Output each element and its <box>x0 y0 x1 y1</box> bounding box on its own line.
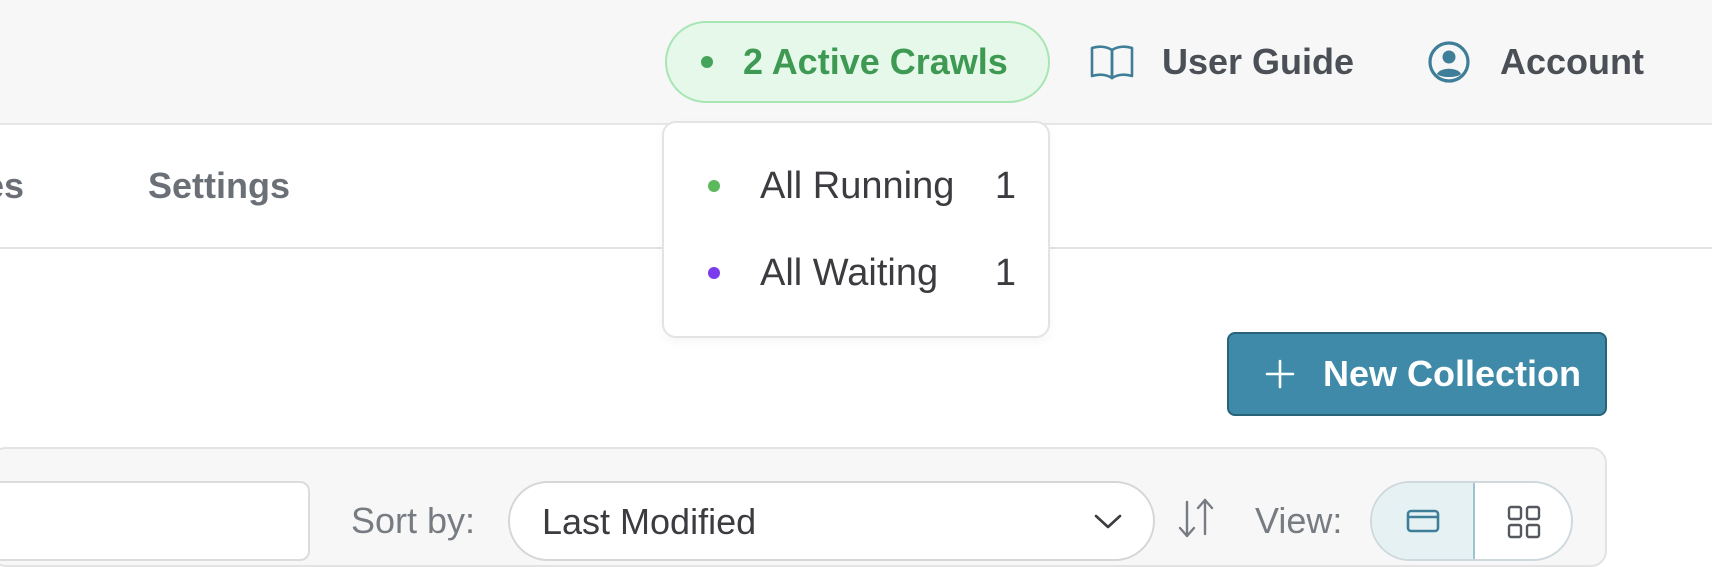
chevron-down-icon <box>1094 514 1122 529</box>
status-dot-icon <box>701 56 713 68</box>
tab-browser-profiles[interactable]: ofiles <box>0 165 24 207</box>
waiting-status-dot-icon <box>708 267 720 279</box>
account-label: Account <box>1500 41 1644 82</box>
user-guide-label: User Guide <box>1162 41 1355 82</box>
running-status-dot-icon <box>708 180 720 192</box>
dropdown-item-all-running[interactable]: All Running 1 <box>664 156 1048 216</box>
view-label: View: <box>1255 500 1343 541</box>
list-view-icon <box>1406 509 1440 533</box>
new-collection-label: New Collection <box>1323 353 1582 394</box>
dropdown-item-all-waiting[interactable]: All Waiting 1 <box>664 243 1048 303</box>
book-icon <box>1090 45 1134 80</box>
dropdown-item-label: All Waiting <box>760 251 939 294</box>
dropdown-item-label: All Running <box>760 164 955 207</box>
active-crawls-dropdown: All Running 1 All Waiting 1 <box>662 121 1050 338</box>
sort-by-label: Sort by: <box>351 500 476 541</box>
active-crawls-label: 2 Active Crawls <box>743 41 1008 82</box>
user-guide-link[interactable]: User Guide <box>1090 30 1354 94</box>
search-input[interactable] <box>0 481 310 561</box>
sort-by-select[interactable]: Last Modified <box>508 481 1155 561</box>
view-mode-toggle <box>1370 481 1573 561</box>
list-view-button[interactable] <box>1372 483 1475 559</box>
tab-settings[interactable]: Settings <box>148 165 290 207</box>
sort-by-value: Last Modified <box>542 501 757 542</box>
user-circle-icon <box>1428 41 1470 83</box>
dropdown-item-count: 1 <box>994 164 1016 207</box>
sort-direction-icon[interactable] <box>1175 498 1217 538</box>
plus-icon <box>1265 359 1295 389</box>
grid-view-icon <box>1507 505 1541 539</box>
grid-view-button[interactable] <box>1473 483 1571 559</box>
active-crawls-button[interactable]: 2 Active Crawls <box>665 21 1050 103</box>
account-menu-button[interactable]: Account <box>1428 30 1644 94</box>
dropdown-item-count: 1 <box>994 251 1016 294</box>
new-collection-button[interactable]: New Collection <box>1227 332 1607 416</box>
